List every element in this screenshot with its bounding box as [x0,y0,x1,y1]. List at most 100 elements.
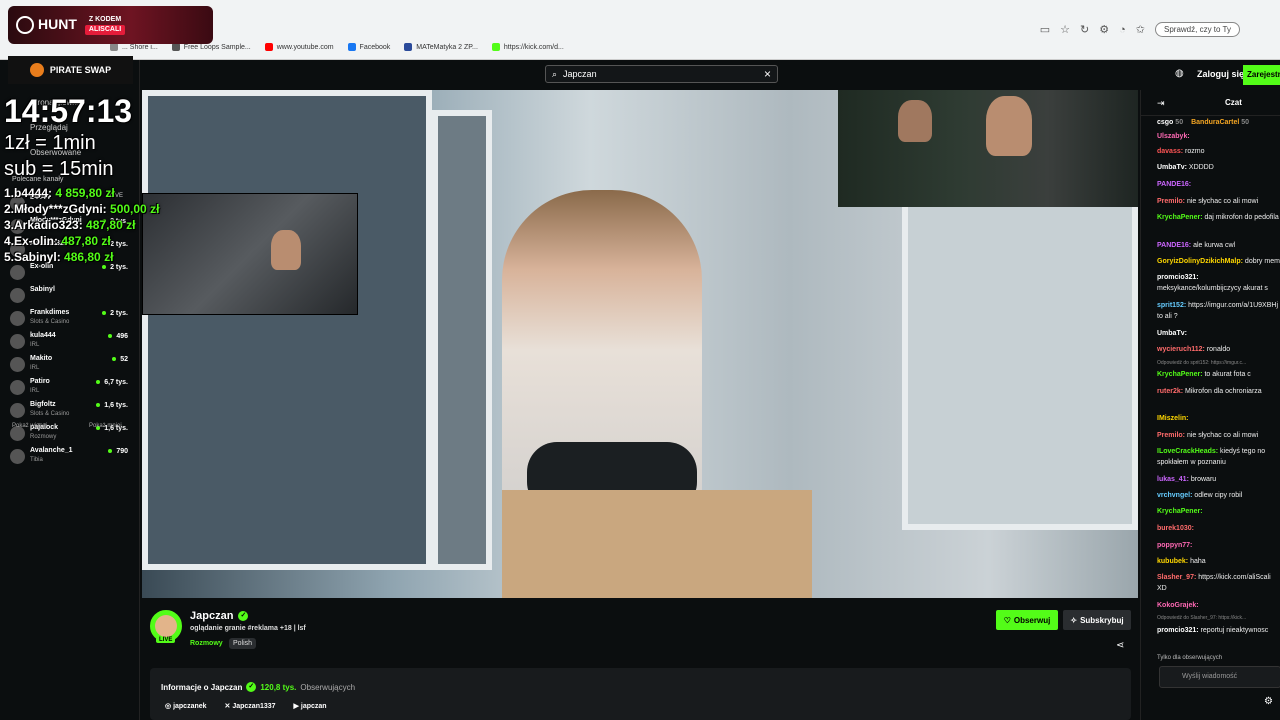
sidebar-channel[interactable]: Frankdimes Slots & Casino 2 tys. [10,308,128,328]
check-pill[interactable]: Sprawdź, czy to Ty [1155,22,1240,37]
chat-username[interactable]: Ulszabyk: [1157,133,1190,140]
chat-username[interactable]: promcio321: [1157,274,1199,281]
about-title: Informacje o Japczan ✓ 120,8 tys. Obserw… [161,682,355,692]
subscribe-button[interactable]: ✧ Subskrybuj [1063,610,1131,630]
bookmark[interactable]: Facebook [347,43,391,51]
refresh-icon[interactable]: ↻ [1080,23,1089,36]
chat-username[interactable]: KrychaPener: [1157,371,1203,378]
youtube-link[interactable]: ▶ japczan [294,702,327,710]
ranking-entry: 1.b4444: 4 859,80 zł [4,186,115,200]
chat-username[interactable]: Premilo: [1157,198,1185,205]
clear-search-icon[interactable]: × [764,67,771,81]
bookmark-label: Facebook [359,43,391,51]
chat-username[interactable]: burek1030: [1157,525,1194,532]
chat-text: daj mikrofon do pedofila [1204,214,1279,221]
instagram-link[interactable]: ◎ japczanek [165,702,207,710]
login-button[interactable]: Zaloguj się [1197,69,1244,79]
search-input[interactable]: Japczan [563,69,597,79]
followers-count: 120,8 tys. [260,682,297,692]
chat-text: XDDDD [1188,164,1214,171]
sidebar-channel[interactable]: Ex-olin 2 tys. [10,262,128,282]
channel-category: Tibia [30,457,43,463]
instagram-handle: japczanek [173,703,207,710]
collapse-chat-icon[interactable]: ⇥ [1157,98,1165,109]
bookmark[interactable]: Free Loops Sample... [171,43,251,51]
viewer-count: 2 tys. [102,264,128,271]
ranking-amount: 487,80 zł [86,218,136,232]
chat-message: poppyn77: [1157,540,1280,551]
star-icon[interactable]: ☆ [1060,23,1070,36]
channel-name: Makito [30,355,53,362]
sidebar-channel[interactable]: Sabinyl [10,285,128,305]
extensions-icon[interactable]: ⚙ [1099,23,1109,36]
pirate-swap-text: PIRATE SWAP [49,64,112,75]
chat-message: promcio321: meksykance/kolumbijczycy aku… [1157,272,1280,294]
bookmark[interactable]: www.youtube.com [264,43,334,51]
channel-name[interactable]: Japczan ✓ [190,610,249,622]
chat-text: Mikrofon dla ochroniarza [1185,388,1262,395]
chat-username[interactable]: ILoveCrackHeads: [1157,448,1218,455]
sidebar-channel[interactable]: Bigfoltz Slots & Casino 1,6 tys. [10,400,128,420]
chat-username[interactable]: KokoGrajek: [1157,602,1199,609]
channel-name: Avalanche_1 [30,447,73,454]
install-icon[interactable]: ▭ [1040,23,1050,36]
hunt-promo: Z KODEM ALISCALI [84,15,126,35]
bookmark[interactable]: MATeMatyka 2 ZP... [404,43,478,51]
channel-avatar-icon [10,311,25,326]
chat-settings-icon[interactable]: ⚙ [1264,696,1273,707]
chat-username[interactable]: davass: [1157,148,1183,155]
sidebar-channel[interactable]: Avalanche_1 Tibia 790 [10,446,128,466]
chat-username[interactable]: PANDE16: [1157,242,1191,249]
chat-username[interactable]: KrychaPener: [1157,508,1203,515]
search-box[interactable]: ⌕ Japczan × [545,65,778,83]
pinned-count: 50 [1241,119,1250,126]
sidebar-channel[interactable]: kula444 IRL 496 [10,331,128,351]
chat-username[interactable]: kububek: [1157,558,1188,565]
chat-text: dobry mem [1244,258,1280,265]
pinned-gifter[interactable]: csgo 50 [1157,119,1183,126]
bookmark[interactable]: ... Shore i... [110,43,158,51]
language-globe-icon[interactable]: ◍ [1175,68,1184,79]
chat-username[interactable]: wycieruch112: [1157,346,1205,353]
chat-input[interactable]: Wyślij wiadomość [1159,666,1280,688]
favorite-icon[interactable]: ✩ [1136,23,1145,36]
x-link[interactable]: ✕ Japczan1337 [225,702,276,710]
chat-username[interactable]: promcio321: [1157,627,1199,634]
channel-name-text[interactable]: Japczan [190,610,233,622]
sidebar-channel[interactable]: Patiro IRL 6,7 tys. [10,377,128,397]
show-less-button[interactable]: Pokaż mniej [89,423,122,429]
bookmark[interactable]: https://kick.com/d... [491,43,564,51]
chat-username[interactable]: Slasher_97: [1157,574,1196,581]
chat-username[interactable]: sprit152: [1157,302,1186,309]
chat-username[interactable]: IMiszelin: [1157,415,1189,422]
chat-username[interactable]: ruter2k: [1157,388,1183,395]
follow-button[interactable]: ♡ Obserwuj [996,610,1058,630]
bookmark-label: https://kick.com/d... [503,43,564,51]
bookmark-favicon-icon [264,43,273,51]
chat-username[interactable]: lukas_41: [1157,476,1189,483]
chat-username[interactable]: UmbaTv: [1157,330,1187,337]
chat-username[interactable]: GoryizDolinyDzikichMalp: [1157,258,1243,265]
chat-username[interactable]: UmbaTv: [1157,164,1187,171]
stream-category[interactable]: Rozmowy [190,640,223,647]
webcam-right-person1 [898,100,932,142]
show-more-button[interactable]: Pokaż więcej [12,423,47,429]
language-tag[interactable]: Polish [229,638,257,649]
register-button[interactable]: Zarejestruj [1243,65,1280,85]
chat-username[interactable]: vrchvngel: [1157,492,1192,499]
stream-title: oglądanie granie #reklama +18 | lsf [190,625,306,632]
viewer-count: 496 [108,333,128,340]
bookmark-favicon-icon [347,43,356,51]
pinned-user: csgo [1157,119,1174,126]
sidebar-channel[interactable]: Makito IRL 52 [10,354,128,374]
chat-username[interactable]: PANDE16: [1157,181,1191,188]
pinned-gifter[interactable]: BanduraCartel 50 [1191,119,1249,126]
chat-username[interactable]: Premilo: [1157,432,1185,439]
share-icon[interactable]: ⋖ [1116,640,1124,651]
ranking-amount: 4 859,80 zł [55,186,115,200]
profile-icon[interactable]: ◔ [1119,24,1126,36]
hunt-promo-line1: Z KODEM [88,16,122,23]
chat-username[interactable]: poppyn77: [1157,542,1192,549]
channel-avatar-icon [10,403,25,418]
chat-username[interactable]: KrychaPener: [1157,214,1203,221]
